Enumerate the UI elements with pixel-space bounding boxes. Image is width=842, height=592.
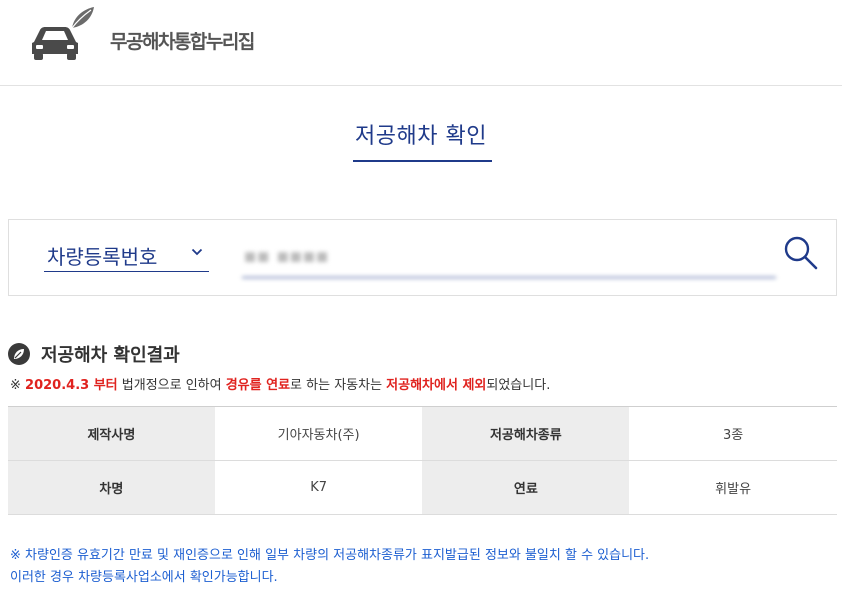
notice-fuel: 경유를 연료 — [225, 378, 291, 393]
search-type-selected-value: 차량등록번호 — [47, 245, 158, 269]
notice-excluded: 저공해차에서 제외 — [386, 378, 487, 393]
fuel-value: 휘발유 — [629, 460, 837, 515]
certification-notice-line-2: 이러한 경우 차량등록사업소에서 확인가능합니다. — [10, 570, 278, 585]
search-box: 차량등록번호 — [8, 219, 837, 296]
search-button[interactable] — [782, 234, 820, 272]
site-logo[interactable]: 무공해차통합누리집 — [28, 4, 255, 64]
car-leaf-logo-icon — [32, 7, 94, 60]
low-emission-type-value: 3종 — [629, 406, 837, 461]
chevron-down-icon — [191, 248, 203, 256]
manufacturer-label: 제작사명 — [8, 406, 215, 461]
site-header: 무공해차통합누리집 — [0, 0, 842, 86]
low-emission-type-label: 저공해차종류 — [422, 406, 630, 461]
diesel-exclusion-notice: ※ 2020.4.3 부터 법개정으로 인하여 경유를 연료로 하는 자동차는 … — [10, 374, 550, 393]
result-table: 제작사명 기아자동차(주) 저공해차종류 3종 차명 K7 연료 휘발유 — [8, 406, 837, 515]
search-icon — [784, 236, 818, 270]
notice-date: 2020.4.3 부터 — [25, 378, 118, 393]
result-title: 저공해차 확인결과 — [41, 345, 180, 366]
fuel-label: 연료 — [422, 460, 630, 515]
search-type-select[interactable]: 차량등록번호 — [44, 238, 209, 272]
page-title: 저공해차 확인 — [355, 124, 487, 149]
table-row: 제작사명 기아자동차(주) 저공해차종류 3종 — [8, 406, 837, 461]
notice-text-3: 되었습니다. — [486, 378, 551, 393]
certification-notice: ※ 차량인증 유효기간 만료 및 재인증으로 인해 일부 차량의 저공해차종류가… — [10, 545, 649, 589]
title-underline — [353, 160, 492, 162]
logo-text: 무공해차통합누리집 — [110, 30, 255, 53]
result-heading: 저공해차 확인결과 — [8, 341, 180, 367]
notice-prefix: ※ — [10, 378, 26, 393]
manufacturer-value: 기아자동차(주) — [214, 406, 423, 461]
table-row: 차명 K7 연료 휘발유 — [8, 460, 837, 515]
notice-text-2: 로 하는 자동차는 — [290, 378, 387, 393]
certification-notice-line-1: ※ 차량인증 유효기간 만료 및 재인증으로 인해 일부 차량의 저공해차종류가… — [10, 548, 650, 563]
plate-number-input[interactable] — [242, 238, 776, 278]
leaf-icon — [8, 343, 30, 365]
notice-text-1: 법개정으로 인하여 — [117, 378, 226, 393]
car-name-value: K7 — [214, 460, 423, 515]
car-name-label: 차명 — [8, 460, 215, 515]
